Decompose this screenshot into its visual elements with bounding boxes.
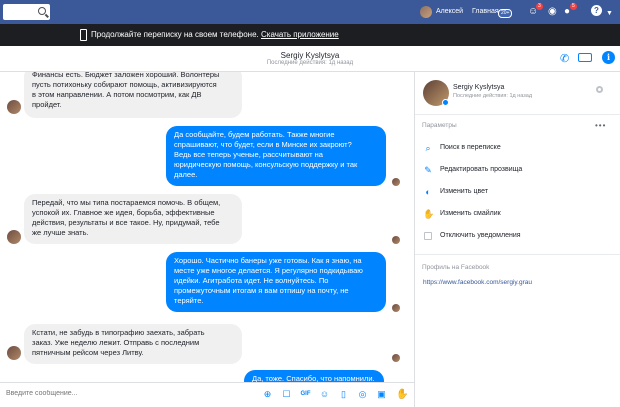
conversation-info-panel: Sergiy Kyslytsya Последние действия: 1д …: [414, 72, 620, 407]
message-bubble-incoming[interactable]: Кстати, не забудь в типографию заехать, …: [24, 324, 242, 364]
seen-avatar: [392, 236, 400, 244]
option-change-emoji[interactable]: ✋ Изменить смайлик: [415, 206, 620, 224]
search-input[interactable]: [3, 4, 50, 20]
options-section-title[interactable]: Параметры: [422, 122, 457, 129]
phone-call-icon[interactable]: ✆: [560, 52, 569, 65]
microphone-icon[interactable]: ▯: [338, 389, 349, 400]
option-label: Изменить цвет: [440, 188, 489, 195]
message-composer: ⊕ ☐ GIF ☺ ▯ ◎ ▣ ✋: [0, 382, 414, 407]
add-files-icon[interactable]: ⊕: [262, 389, 273, 400]
message-line: пройдет.: [32, 100, 62, 109]
divider: [415, 114, 620, 115]
more-options-icon[interactable]: •••: [595, 121, 606, 130]
message-line: Финансы есть. Бюджет заложен хороший. Во…: [32, 72, 220, 79]
message-bubble-outgoing[interactable]: Хорошо. Частично банеры уже готовы. Как …: [166, 252, 386, 312]
message-line: успокой их. Главное же идея, борьба, эфф…: [32, 208, 215, 217]
message-line: заказ. Уже неделю лежит. Отправь с после…: [32, 338, 200, 347]
option-search-conversation[interactable]: ⌕ Поиск в переписке: [415, 140, 620, 158]
emoji-icon[interactable]: ☺: [319, 389, 330, 400]
message-line: пусть потихоньку собирают помощь, активи…: [32, 80, 217, 89]
seen-avatar: [392, 178, 400, 186]
option-label: Изменить смайлик: [440, 210, 501, 217]
contact-avatar[interactable]: [7, 346, 21, 360]
message-list[interactable]: Финансы есть. Бюджет заложен хороший. Во…: [0, 72, 414, 382]
profile-section-title: Профиль на Facebook: [422, 264, 490, 271]
camera-icon[interactable]: ▣: [376, 389, 387, 400]
conversation-header: Sergiy Kyslytsya Последние действия: 1д …: [0, 46, 620, 72]
gif-icon[interactable]: GIF: [300, 389, 311, 400]
home-badge: 20+: [498, 9, 513, 18]
message-bubble-outgoing[interactable]: Да, тоже. Спасибо, что напомнили.: [244, 370, 384, 382]
home-link[interactable]: Главная: [472, 0, 499, 24]
contact-status: Последние действия: 1д назад: [453, 93, 533, 99]
banner-message: Продолжайте переписку на своем телефоне.: [91, 30, 259, 39]
option-edit-nicknames[interactable]: ✎ Редактировать прозвища: [415, 162, 620, 180]
option-change-color[interactable]: ◐ Изменить цвет: [415, 184, 620, 202]
option-label: Отключить уведомления: [440, 232, 521, 239]
message-line: же лучше знать.: [32, 228, 89, 237]
banner-text: Продолжайте переписку на своем телефоне.…: [91, 30, 339, 39]
message-line: идейки. Агитработа идет. Не волнуйтесь. …: [174, 276, 329, 285]
gear-icon[interactable]: [596, 86, 603, 93]
search-icon[interactable]: [38, 7, 46, 15]
option-label: Редактировать прозвища: [440, 166, 523, 173]
seen-avatar: [392, 304, 400, 312]
message-line: Кстати, не забудь в типографию заехать, …: [32, 328, 205, 337]
checkbox-icon[interactable]: [424, 232, 432, 240]
message-line: далее.: [174, 170, 198, 179]
contact-avatar[interactable]: [7, 100, 21, 114]
user-name-link[interactable]: Алексей: [436, 0, 463, 24]
message-line: Да сообщайте, будем работать. Также мног…: [174, 130, 335, 139]
game-icon[interactable]: ◎: [357, 389, 368, 400]
sticker-icon[interactable]: ☐: [281, 389, 292, 400]
contact-name[interactable]: Sergiy Kyslytsya: [453, 84, 504, 91]
facebook-top-bar: Алексей Главная 20+ ☺ 3 ◉ ● 5 ? ▼: [0, 0, 620, 24]
message-line: пятничным рейсом через Литву.: [32, 348, 144, 357]
search-icon: ⌕: [425, 143, 431, 153]
palette-icon: ◐: [425, 187, 431, 197]
message-line: промежуточным итогам я вам отпишу на поч…: [174, 286, 349, 295]
message-bubble-outgoing[interactable]: Да сообщайте, будем работать. Также мног…: [166, 126, 386, 186]
info-icon[interactable]: i: [602, 51, 615, 64]
message-line: Да, тоже. Спасибо, что напомнили.: [252, 374, 375, 382]
divider: [415, 254, 620, 255]
thumbs-up-icon[interactable]: ✋: [396, 389, 408, 400]
chevron-down-icon[interactable]: ▼: [606, 7, 613, 21]
messenger-badge-icon: [442, 99, 449, 106]
seen-avatar: [392, 354, 400, 362]
download-app-link[interactable]: Скачать приложение: [261, 30, 339, 39]
messenger-icon[interactable]: ◉: [548, 5, 557, 19]
message-line: теряйте.: [174, 296, 204, 305]
option-label: Поиск в переписке: [440, 144, 501, 151]
video-call-icon[interactable]: [578, 53, 592, 62]
message-line: Передай, что мы типа постараемся помочь.…: [32, 198, 221, 207]
pencil-icon: ✎: [424, 165, 432, 175]
thumbs-up-icon: ✋: [423, 209, 435, 219]
message-line: юридическую помощь, консульскую поддержк…: [174, 160, 358, 169]
app-promo-banner: Продолжайте переписку на своем телефоне.…: [0, 24, 620, 46]
conversation-status: Последние действия: 1д назад: [266, 60, 354, 66]
message-line: действия, результаты и все такое. Ну, пр…: [32, 218, 220, 227]
user-avatar[interactable]: [420, 6, 432, 18]
conversation-title[interactable]: Sergiy Kyslytsya: [0, 51, 620, 60]
message-line: в этом направлении. А потом посмотрим, к…: [32, 90, 202, 99]
message-line: Хорошо. Частично банеры уже готовы. Как …: [174, 256, 362, 265]
message-input[interactable]: [6, 390, 206, 397]
message-bubble-incoming[interactable]: Финансы есть. Бюджет заложен хороший. Во…: [24, 72, 242, 118]
message-line: Ведь все теперь ученые, рассчитывают на: [174, 150, 323, 159]
message-line: спрашивают, что будет, если в Минске их …: [174, 140, 352, 149]
help-icon[interactable]: ?: [591, 5, 602, 16]
option-mute-notifications[interactable]: Отключить уведомления: [415, 228, 620, 246]
message-line: месте уже многое делается. Я регулярно п…: [174, 266, 363, 275]
facebook-profile-link[interactable]: https://www.facebook.com/sergiy.grau: [423, 279, 532, 286]
phone-icon: [80, 29, 87, 41]
friends-badge: 3: [536, 3, 543, 10]
contact-avatar[interactable]: [7, 230, 21, 244]
notifications-badge: 5: [570, 3, 577, 10]
message-bubble-incoming[interactable]: Передай, что мы типа постараемся помочь.…: [24, 194, 242, 244]
